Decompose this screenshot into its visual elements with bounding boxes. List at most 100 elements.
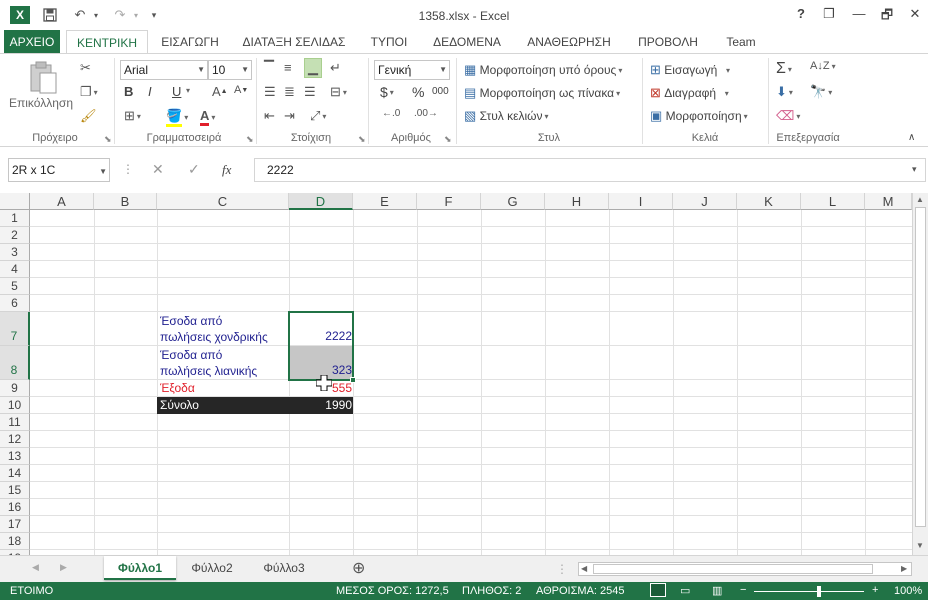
tab-file[interactable]: ΑΡΧΕΙΟ — [4, 30, 60, 54]
number-format-combo[interactable]: Γενική ▼ — [374, 60, 450, 80]
tab-view[interactable]: ΠΡΟΒΟΛΗ — [634, 30, 702, 54]
page-break-view-icon[interactable]: ▥ — [712, 584, 722, 597]
clipboard-launcher-icon[interactable]: ⬊ — [104, 134, 112, 145]
zoom-level[interactable]: 100% — [894, 585, 922, 597]
column-header-a[interactable]: A — [30, 193, 94, 210]
name-box[interactable]: 2R x 1C ▼ — [8, 158, 110, 182]
cell-c8[interactable]: Έσοδα από πωλήσεις λιανικής — [160, 347, 257, 379]
scroll-down-icon[interactable]: ▼ — [916, 541, 924, 550]
column-header-i[interactable]: I — [609, 193, 673, 210]
cell-styles-button[interactable]: ▧ Στυλ κελιών ▾ — [464, 108, 549, 124]
horizontal-scrollbar[interactable]: ◀ ▶ — [578, 562, 912, 576]
zoom-in-button[interactable]: + — [872, 584, 878, 596]
bold-button[interactable]: B — [124, 84, 133, 99]
select-all-button[interactable] — [0, 193, 30, 210]
insert-cells-button[interactable]: ⊞ Εισαγωγή ▾ — [650, 62, 730, 78]
row-header[interactable]: 9 — [0, 380, 30, 397]
percent-button[interactable]: % — [412, 84, 424, 100]
font-launcher-icon[interactable]: ⬊ — [246, 134, 254, 145]
font-grow-icon[interactable]: A ▲ — [212, 84, 228, 99]
column-header-h[interactable]: H — [545, 193, 609, 210]
sheet-next-icon[interactable]: ▶ — [60, 562, 67, 573]
column-header-d[interactable]: D — [289, 193, 353, 210]
zoom-slider-thumb[interactable] — [817, 586, 821, 597]
zoom-slider-track[interactable] — [754, 591, 864, 592]
align-top-icon[interactable]: ▔ — [264, 60, 274, 76]
sheet-prev-icon[interactable]: ◀ — [32, 562, 39, 573]
row-header[interactable]: 7 — [0, 312, 30, 346]
tab-home[interactable]: ΚΕΝΤΡΙΚΗ — [66, 30, 148, 55]
column-header-f[interactable]: F — [417, 193, 481, 210]
decrease-indent-icon[interactable]: ⇤ — [264, 108, 275, 124]
paste-button[interactable]: Επικόλληση — [8, 96, 74, 110]
insert-function-icon[interactable]: fx — [222, 162, 231, 178]
row-header[interactable]: 5 — [0, 278, 30, 295]
align-middle-icon[interactable]: ≡ — [284, 60, 292, 75]
number-launcher-icon[interactable]: ⬊ — [444, 134, 452, 145]
scroll-right-icon[interactable]: ▶ — [901, 564, 907, 573]
collapse-ribbon-icon[interactable]: ∧ — [908, 132, 915, 143]
column-header-c[interactable]: C — [157, 193, 289, 210]
normal-view-icon[interactable] — [650, 583, 666, 597]
cell-c10[interactable]: Σύνολο — [160, 398, 199, 412]
add-sheet-icon[interactable]: ⊕ — [352, 558, 365, 578]
tab-team[interactable]: Team — [720, 30, 762, 54]
format-painter-icon[interactable]: 🖌 — [80, 108, 97, 124]
orientation-icon[interactable]: ⤢ ▾ — [310, 108, 326, 124]
row-header[interactable]: 12 — [0, 431, 30, 448]
zoom-out-button[interactable]: − — [740, 584, 746, 596]
tab-data[interactable]: ΔΕΔΟΜΕΝΑ — [430, 30, 504, 54]
column-header-j[interactable]: J — [673, 193, 737, 210]
row-header[interactable]: 4 — [0, 261, 30, 278]
font-shrink-icon[interactable]: A ▼ — [234, 84, 248, 96]
italic-button[interactable]: I — [148, 84, 152, 99]
cut-icon[interactable]: ✂ — [80, 60, 91, 76]
increase-indent-icon[interactable]: ⇥ — [284, 108, 295, 124]
underline-button[interactable]: U — [172, 84, 181, 99]
increase-decimal-icon[interactable]: ←.0 — [382, 108, 400, 119]
fill-color-icon[interactable]: 🪣 ▾ — [166, 108, 188, 127]
row-header[interactable]: 17 — [0, 516, 30, 533]
font-name-combo[interactable]: Arial ▼ — [120, 60, 208, 80]
alignment-launcher-icon[interactable]: ⬊ — [358, 134, 366, 145]
tab-formulas[interactable]: ΤΥΠΟΙ — [366, 30, 412, 54]
vertical-scrollbar[interactable]: ▲ ▼ — [912, 193, 928, 555]
vertical-scroll-thumb[interactable] — [915, 207, 926, 527]
thousands-button[interactable]: 000 — [432, 86, 449, 97]
column-header-l[interactable]: L — [801, 193, 865, 210]
align-right-icon[interactable]: ☰ — [304, 84, 316, 100]
status-average[interactable]: ΜΕΣΟΣ ΟΡΟΣ: 1272,5 — [336, 585, 449, 597]
format-cells-button[interactable]: ▣ Μορφοποίηση ▾ — [650, 108, 748, 124]
wrap-text-icon[interactable]: ↵ — [330, 60, 341, 76]
row-header[interactable]: 15 — [0, 482, 30, 499]
align-left-icon[interactable]: ☰ — [264, 84, 276, 100]
row-header[interactable]: 8 — [0, 346, 30, 380]
borders-icon[interactable]: ⊞ ▾ — [124, 108, 141, 124]
cancel-entry-icon[interactable]: ✕ — [152, 161, 164, 178]
format-as-table-button[interactable]: ▤ Μορφοποίηση ως πίνακα ▾ — [464, 85, 620, 101]
page-layout-view-icon[interactable]: ▭ — [680, 584, 690, 597]
conditional-formatting-button[interactable]: ▦ Μορφοποίηση υπό όρους ▾ — [464, 62, 622, 78]
currency-button[interactable]: $ ▾ — [380, 84, 394, 100]
column-header-m[interactable]: M — [865, 193, 912, 210]
row-header[interactable]: 18 — [0, 533, 30, 550]
copy-icon[interactable]: ❐ ▾ — [80, 84, 98, 100]
merge-center-icon[interactable]: ⊟ ▾ — [330, 84, 347, 100]
tab-page-layout[interactable]: ΔΙΑΤΑΞΗ ΣΕΛΙΔΑΣ — [240, 30, 348, 54]
status-count[interactable]: ΠΛΗΘΟΣ: 2 — [462, 585, 521, 597]
row-header[interactable]: 1 — [0, 210, 30, 227]
scroll-left-icon[interactable]: ◀ — [581, 564, 587, 573]
align-bottom-icon[interactable]: ▁ — [304, 58, 322, 78]
cell-d10[interactable]: 1990 — [290, 398, 352, 412]
horizontal-scroll-thumb[interactable] — [593, 564, 873, 574]
row-header[interactable]: 11 — [0, 414, 30, 431]
close-button[interactable]: ✕ — [904, 6, 926, 24]
row-header[interactable]: 6 — [0, 295, 30, 312]
row-header[interactable]: 2 — [0, 227, 30, 244]
column-header-e[interactable]: E — [353, 193, 417, 210]
tab-insert[interactable]: ΕΙΣΑΓΩΓΗ — [158, 30, 222, 54]
row-header[interactable]: 13 — [0, 448, 30, 465]
ribbon-display-options-button[interactable]: ❐ — [818, 6, 840, 24]
column-header-k[interactable]: K — [737, 193, 801, 210]
help-button[interactable]: ? — [790, 6, 812, 24]
